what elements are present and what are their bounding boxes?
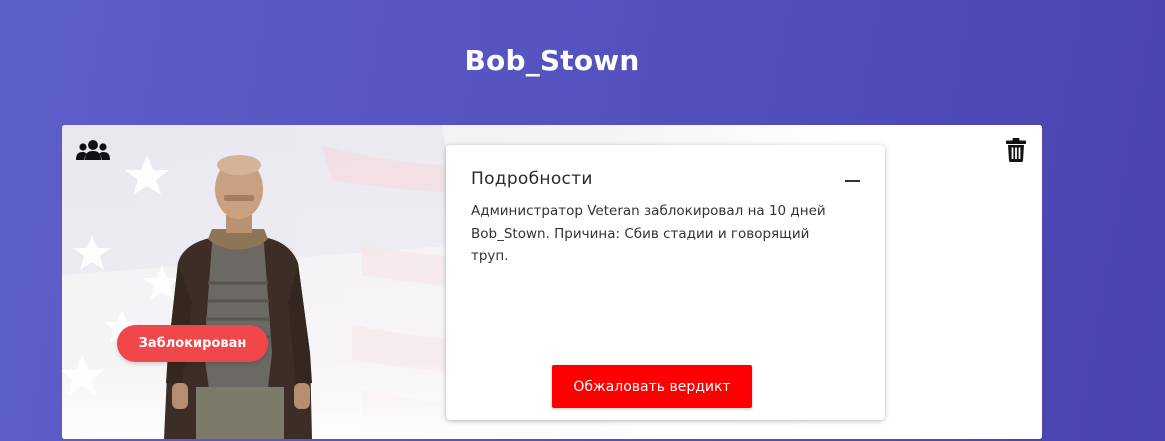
status-badge: Заблокирован — [117, 325, 268, 362]
trash-icon[interactable] — [1006, 138, 1026, 162]
details-title: Подробности — [471, 169, 593, 189]
details-panel: Подробности Администратор Veteran заблок… — [446, 145, 885, 420]
page-title: Bob_Stown — [464, 44, 640, 77]
appeal-button[interactable]: Обжаловать вердикт — [552, 365, 752, 408]
users-icon[interactable] — [76, 139, 110, 161]
profile-card: Заблокирован Подробности Администратор V… — [62, 125, 1042, 439]
minus-icon[interactable] — [845, 180, 860, 182]
character-skin — [164, 155, 312, 439]
details-text: Администратор Veteran заблокировал на 10… — [471, 203, 826, 264]
